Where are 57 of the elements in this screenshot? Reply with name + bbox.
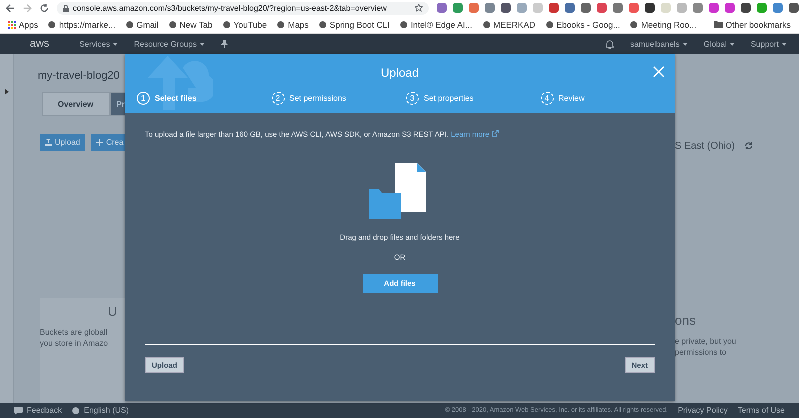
feedback-link[interactable]: Feedback	[14, 406, 62, 415]
description-text: Buckets are globall you store in Amazo	[40, 327, 110, 349]
wizard-step[interactable]: 1 Select files	[137, 92, 197, 105]
bookmark-link[interactable]: https://marke...	[48, 20, 116, 30]
upload-icon	[45, 139, 52, 146]
caret-icon	[730, 42, 735, 46]
bucket-title: my-travel-blog20	[38, 70, 120, 82]
aws-logo[interactable]: aws	[30, 38, 50, 50]
files-folder-icon	[369, 163, 427, 219]
bookmark-link[interactable]: MEERKAD	[482, 20, 536, 30]
tab[interactable]: Overview	[42, 92, 110, 116]
bookmark-link[interactable]: New Tab	[168, 20, 213, 30]
back-icon[interactable]	[6, 4, 15, 12]
address-bar[interactable]: console.aws.amazon.com/s3/buckets/my-travel-blog20/?region=us-east-2&tab=overview	[57, 2, 429, 14]
speech-bubble-icon	[14, 406, 23, 414]
bell-icon[interactable]	[606, 40, 614, 48]
bookmark-link[interactable]: Other bookmarks	[714, 20, 791, 30]
language-selector[interactable]: English (US)	[72, 406, 130, 415]
pin-icon[interactable]	[220, 40, 228, 48]
refresh-icon[interactable]	[745, 142, 754, 150]
nav-menu[interactable]: Resource Groups	[134, 40, 205, 48]
caret-icon	[682, 42, 688, 46]
support-menu[interactable]: Support	[750, 40, 787, 48]
terms-link[interactable]: Terms of Use	[738, 406, 785, 415]
section-heading: U	[108, 304, 118, 319]
bookmark-link[interactable]: Gmail	[126, 20, 159, 30]
bookmark-link[interactable]: Meeting Roo...	[630, 20, 697, 30]
region-menu[interactable]: Global	[704, 40, 735, 48]
section-heading: ons	[675, 313, 697, 328]
bookmark-link[interactable]: Intel® Edge AI...	[400, 20, 472, 30]
bookmark-link[interactable]: YouTube	[222, 20, 268, 30]
reload-icon[interactable]	[40, 4, 49, 12]
folder-icon	[714, 21, 723, 28]
bookmark-link[interactable]: Apps	[8, 20, 38, 30]
external-link-icon	[492, 130, 499, 137]
user-menu[interactable]: samuelbanels	[630, 40, 688, 48]
wizard-step[interactable]: 3 Set properties	[406, 92, 474, 105]
bookmark-link[interactable]: Maps	[277, 20, 309, 30]
nav-menu[interactable]: Services	[80, 40, 118, 48]
lock-icon	[63, 4, 69, 12]
expand-icon[interactable]	[5, 89, 9, 95]
close-button[interactable]	[651, 64, 667, 80]
star-icon[interactable]	[415, 4, 423, 12]
region-label: S East (Ohio)	[675, 140, 736, 152]
wizard-step[interactable]: 2 Set permissions	[272, 92, 346, 105]
wizard-step[interactable]: 4 Review	[540, 92, 585, 105]
plus-icon	[96, 139, 104, 146]
bookmark-link[interactable]: Ebooks - Goog...	[546, 20, 620, 30]
dialog-title: Upload	[380, 66, 420, 80]
description-text: e private, but you permissions to	[675, 336, 738, 358]
bookmark-link[interactable]: Spring Boot CLI	[318, 20, 390, 30]
grid-icon	[8, 20, 16, 28]
caret-icon	[113, 42, 118, 46]
caret-icon	[782, 42, 787, 46]
privacy-link[interactable]: Privacy Policy	[678, 406, 728, 415]
action-button[interactable]: Upload	[40, 134, 86, 151]
caret-icon	[200, 42, 205, 46]
